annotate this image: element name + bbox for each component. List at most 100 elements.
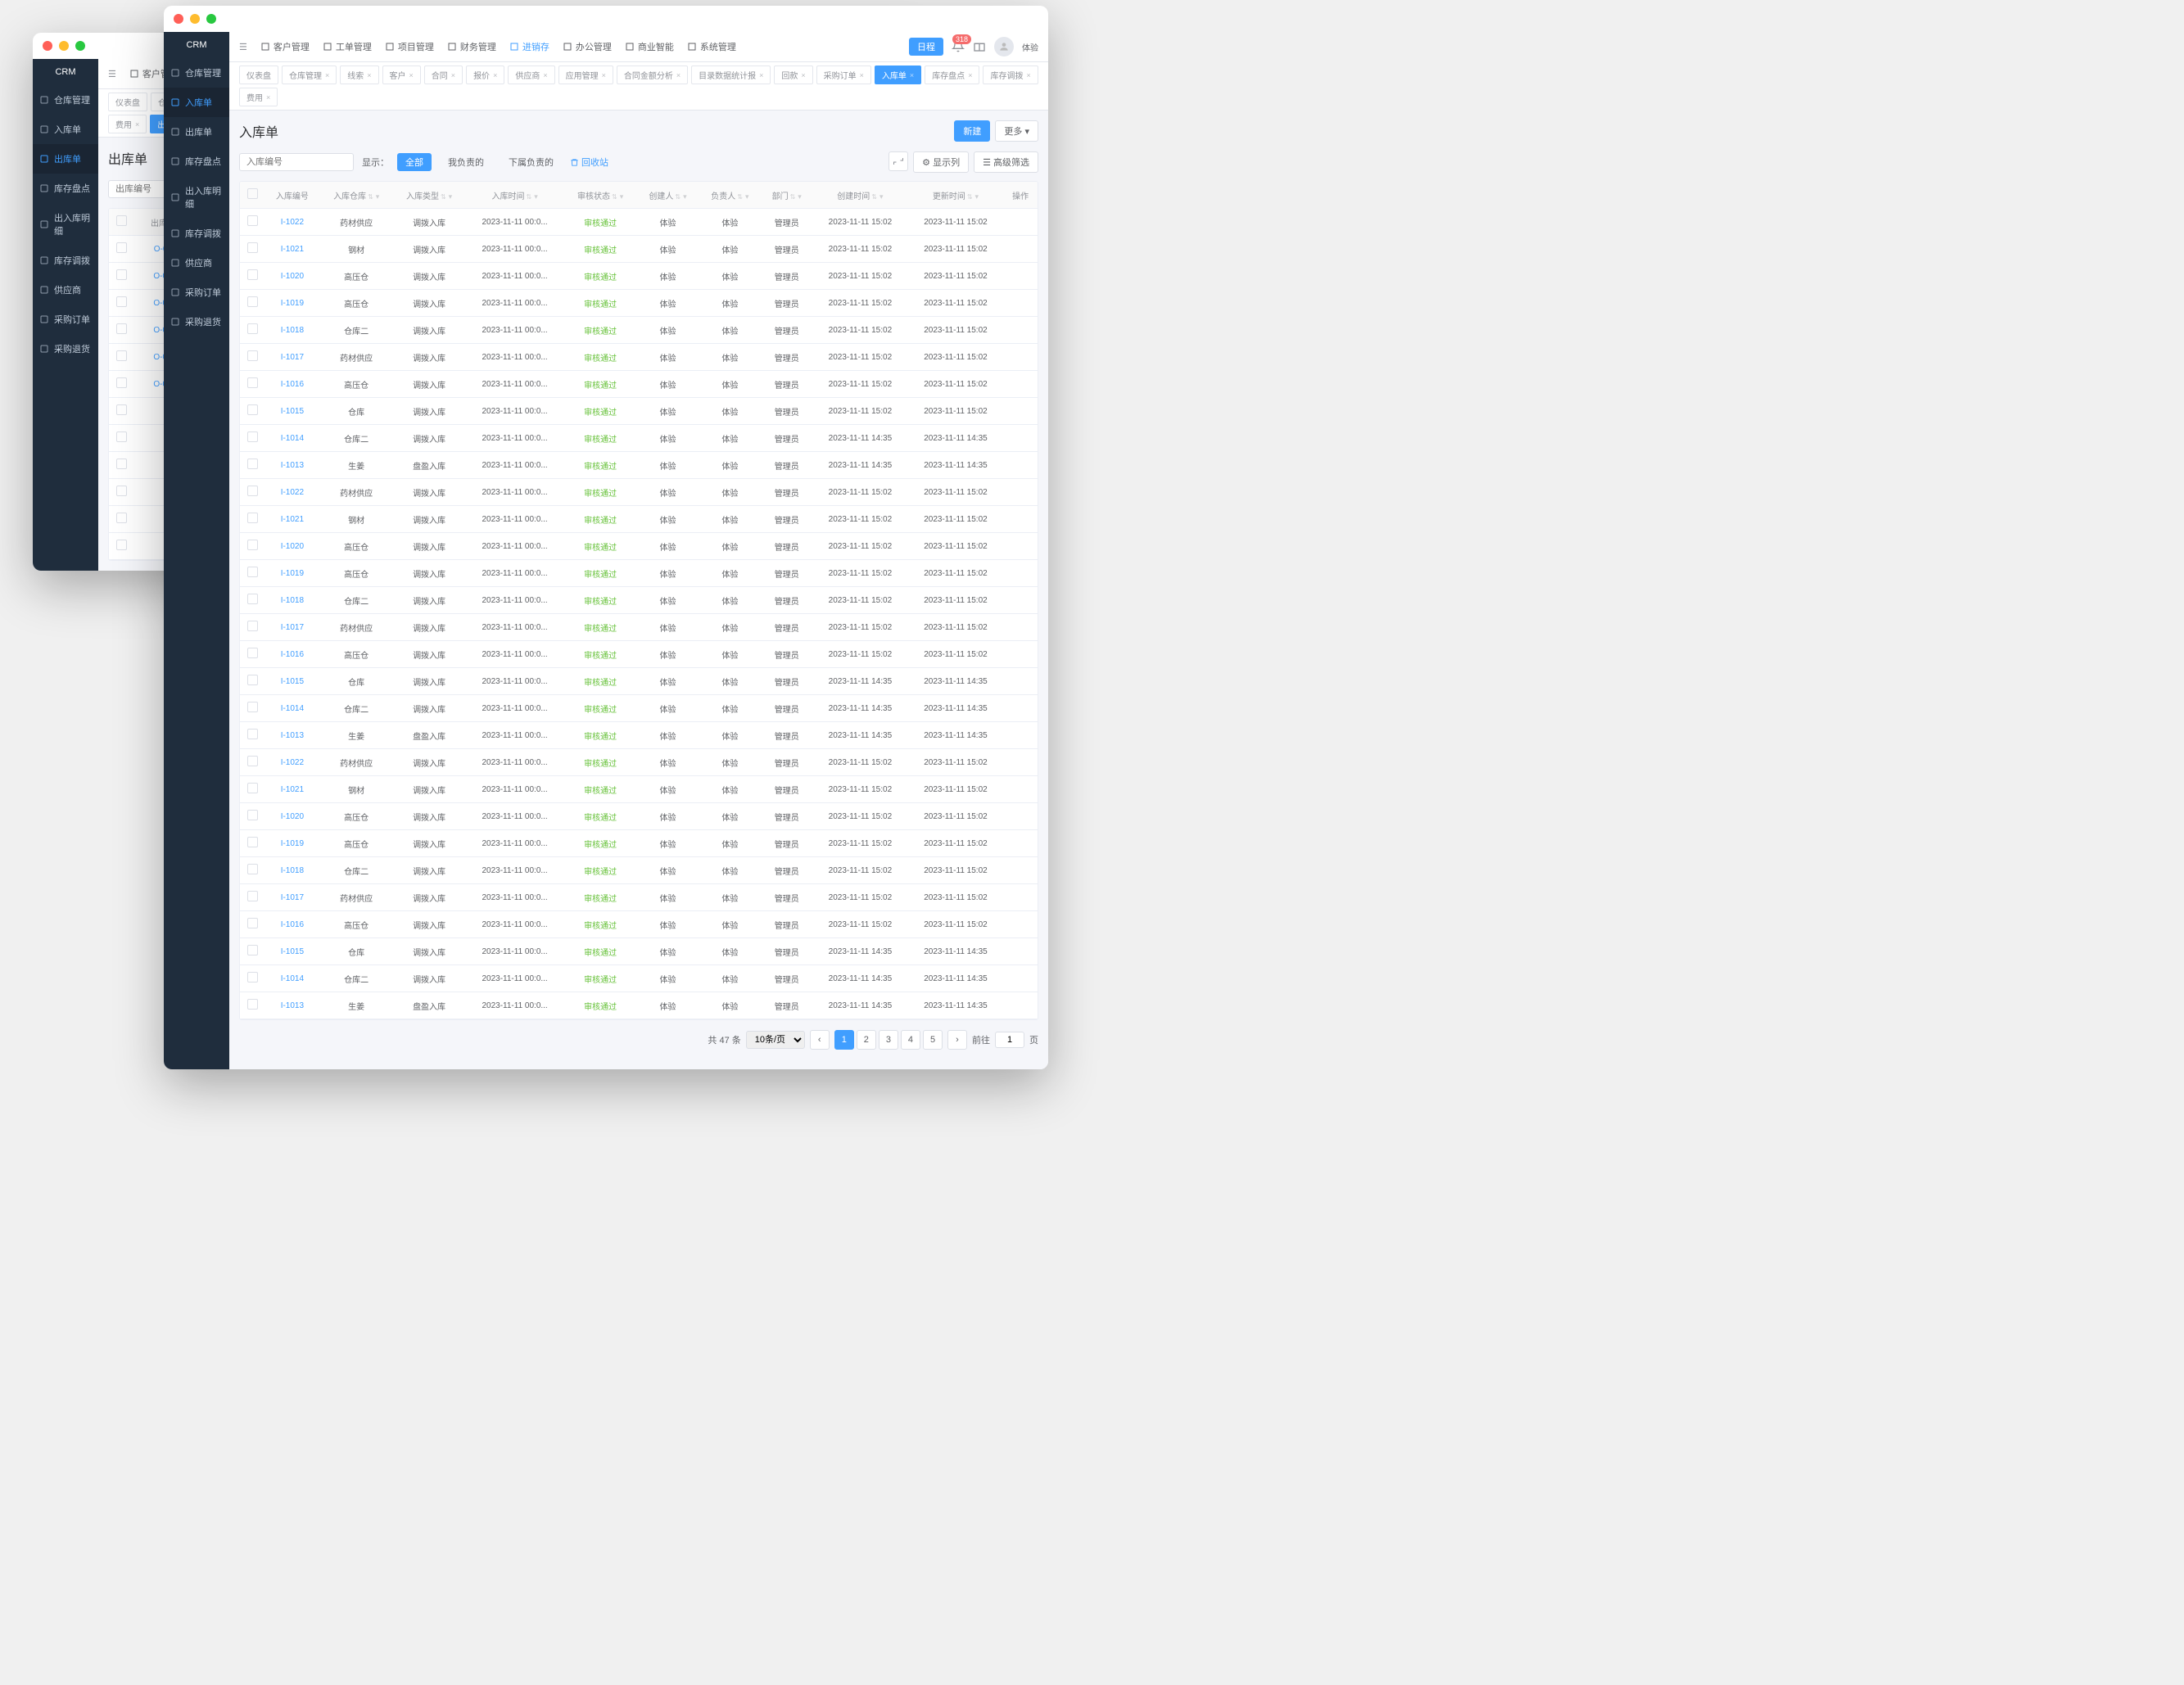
sort-icon[interactable]: ⇅ [612, 193, 617, 201]
record-link[interactable]: I-1014 [281, 434, 304, 443]
tab[interactable]: 库存盘点× [925, 66, 979, 84]
sidebar-item-transfer[interactable]: 库存调拨 [164, 219, 229, 248]
record-link[interactable]: I-1019 [281, 299, 304, 308]
filter-all[interactable]: 全部 [397, 153, 432, 171]
row-checkbox[interactable] [247, 567, 258, 577]
close-icon[interactable]: × [543, 71, 547, 79]
row-checkbox[interactable] [116, 269, 127, 280]
row-checkbox[interactable] [247, 864, 258, 874]
sidebar-item-upload[interactable]: 出库单 [33, 144, 98, 174]
row-checkbox[interactable] [116, 350, 127, 361]
sort-icon[interactable]: ⇅ [526, 193, 531, 201]
row-checkbox[interactable] [247, 999, 258, 1010]
minimize-dot-icon[interactable] [59, 41, 69, 51]
row-checkbox[interactable] [116, 404, 127, 415]
tab[interactable]: 仪表盘 [108, 93, 147, 111]
record-link[interactable]: I-1015 [281, 947, 304, 956]
close-icon[interactable]: × [801, 71, 805, 79]
page-number[interactable]: 1 [834, 1030, 854, 1050]
sidebar-item-transfer[interactable]: 库存调拨 [33, 246, 98, 275]
close-icon[interactable]: × [266, 93, 270, 102]
filter-icon[interactable]: ▾ [975, 192, 979, 201]
search-input[interactable] [239, 153, 354, 171]
tab[interactable]: 线索× [340, 66, 378, 84]
row-checkbox[interactable] [116, 513, 127, 523]
tab[interactable]: 仓库管理× [282, 66, 337, 84]
record-link[interactable]: I-1017 [281, 353, 304, 362]
tab[interactable]: 费用× [239, 88, 278, 106]
close-icon[interactable]: × [910, 71, 914, 79]
topnav-users[interactable]: 客户管理 [260, 40, 310, 53]
page-number[interactable]: 5 [923, 1030, 943, 1050]
row-checkbox[interactable] [247, 810, 258, 820]
record-link[interactable]: I-1013 [281, 461, 304, 470]
tab[interactable]: 应用管理× [558, 66, 613, 84]
user-label[interactable]: 体验 [1022, 41, 1038, 53]
row-checkbox[interactable] [247, 377, 258, 388]
maximize-dot-icon[interactable] [75, 41, 85, 51]
page-number[interactable]: 3 [879, 1030, 898, 1050]
sidebar-item-return[interactable]: 采购退货 [164, 307, 229, 337]
row-checkbox[interactable] [247, 972, 258, 983]
record-link[interactable]: I-1022 [281, 218, 304, 227]
row-checkbox[interactable] [116, 377, 127, 388]
filter-icon[interactable]: ▾ [798, 192, 802, 201]
filter-icon[interactable]: ▾ [376, 192, 380, 201]
tab[interactable]: 合同金额分析× [617, 66, 688, 84]
schedule-button[interactable]: 日程 [909, 38, 943, 56]
tab[interactable]: 客户× [382, 66, 421, 84]
gift-icon[interactable] [973, 39, 986, 55]
record-link[interactable]: I-1017 [281, 893, 304, 902]
sort-icon[interactable]: ⇅ [737, 193, 743, 201]
row-checkbox[interactable] [247, 296, 258, 307]
record-link[interactable]: I-1014 [281, 974, 304, 983]
sidebar-item-home[interactable]: 仓库管理 [33, 85, 98, 115]
row-checkbox[interactable] [247, 675, 258, 685]
close-icon[interactable]: × [602, 71, 606, 79]
column-header[interactable]: 审核状态⇅▾ [564, 182, 637, 209]
row-checkbox[interactable] [247, 350, 258, 361]
menu-toggle-icon[interactable]: ☰ [108, 69, 116, 79]
record-link[interactable]: I-1019 [281, 569, 304, 578]
sidebar-item-list[interactable]: 出入库明细 [33, 203, 98, 246]
close-icon[interactable]: × [325, 71, 329, 79]
record-link[interactable]: I-1020 [281, 272, 304, 281]
page-number[interactable]: 2 [857, 1030, 876, 1050]
record-link[interactable]: I-1015 [281, 677, 304, 686]
tab[interactable]: 仪表盘 [239, 66, 278, 84]
row-checkbox[interactable] [247, 486, 258, 496]
column-header[interactable]: 负责人⇅▾ [699, 182, 761, 209]
tab[interactable]: 目录数据统计报× [691, 66, 771, 84]
row-checkbox[interactable] [247, 540, 258, 550]
column-header[interactable]: 更新时间⇅▾ [908, 182, 1004, 209]
record-link[interactable]: I-1014 [281, 704, 304, 713]
goto-input[interactable] [995, 1032, 1024, 1048]
record-link[interactable]: I-1020 [281, 812, 304, 821]
row-checkbox[interactable] [247, 431, 258, 442]
close-dot-icon[interactable] [43, 41, 52, 51]
close-icon[interactable]: × [1026, 71, 1030, 79]
filter-sub[interactable]: 下属负责的 [500, 153, 562, 171]
tab[interactable]: 回款× [774, 66, 812, 84]
avatar[interactable] [994, 37, 1014, 56]
topnav-inventory[interactable]: 进销存 [509, 40, 549, 53]
page-number[interactable]: 4 [901, 1030, 920, 1050]
tab[interactable]: 费用× [108, 115, 147, 133]
filter-icon[interactable]: ▾ [449, 192, 453, 201]
topnav-finance[interactable]: 财务管理 [447, 40, 496, 53]
notification-icon[interactable]: 318 [952, 39, 965, 55]
row-checkbox[interactable] [116, 242, 127, 253]
row-checkbox[interactable] [247, 837, 258, 847]
record-link[interactable]: I-1016 [281, 380, 304, 389]
sidebar-item-clipboard[interactable]: 库存盘点 [164, 147, 229, 176]
next-page[interactable]: › [947, 1030, 967, 1050]
row-checkbox[interactable] [116, 459, 127, 469]
record-link[interactable]: I-1013 [281, 1001, 304, 1010]
row-checkbox[interactable] [247, 513, 258, 523]
minimize-dot-icon[interactable] [190, 14, 200, 24]
sidebar-item-download[interactable]: 入库单 [33, 115, 98, 144]
tab[interactable]: 供应商× [508, 66, 554, 84]
sort-icon[interactable]: ⇅ [871, 193, 877, 201]
close-icon[interactable]: × [759, 71, 763, 79]
topnav-ticket[interactable]: 工单管理 [323, 40, 372, 53]
